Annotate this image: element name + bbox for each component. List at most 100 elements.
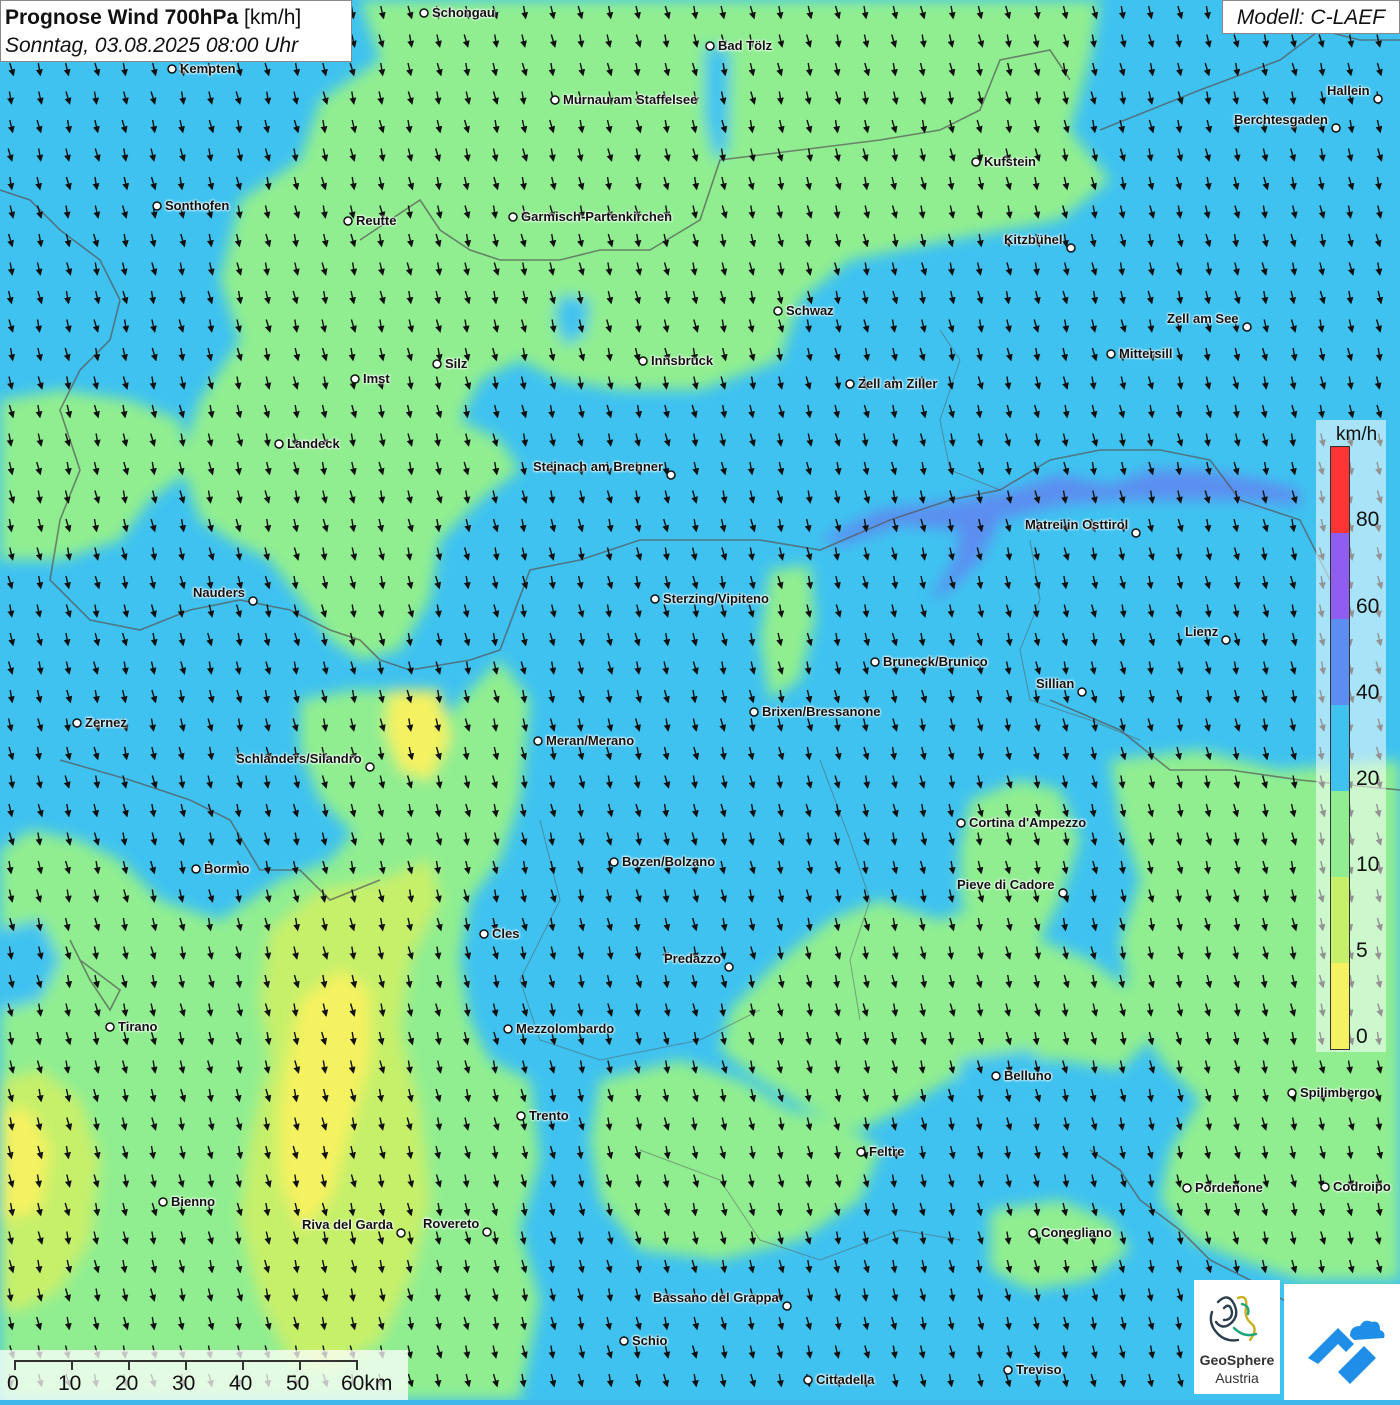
city-marker <box>1242 322 1252 332</box>
city-marker <box>1028 1228 1038 1238</box>
city-label: Pieve di Cadore <box>957 877 1055 892</box>
city-label: Imst <box>363 371 390 386</box>
city-label: Spilimbergo <box>1300 1085 1376 1100</box>
app-logo[interactable] <box>1284 1284 1400 1400</box>
city-marker <box>705 41 715 51</box>
legend-seg-80plus <box>1331 447 1349 533</box>
city-label: Bassano del Grappa <box>653 1290 779 1305</box>
city-marker <box>432 359 442 369</box>
city-marker <box>343 216 353 226</box>
city-marker <box>619 1336 629 1346</box>
city-label: Meran/Merano <box>546 733 635 748</box>
city-label: Zernez <box>85 715 127 730</box>
city-label: Schio <box>632 1333 668 1348</box>
city-label: Mittersill <box>1119 346 1173 361</box>
city-label: Cles <box>492 926 520 941</box>
geosphere-emblem-icon <box>1209 1295 1258 1342</box>
scale-tick <box>128 1360 130 1370</box>
city-marker <box>365 762 375 772</box>
city-label: Bienno <box>171 1194 216 1209</box>
city-label: Matrei in Osttirol <box>1025 517 1129 532</box>
city-marker <box>508 212 518 222</box>
scale-label: 20 <box>115 1372 139 1395</box>
city-label: Mezzolombardo <box>516 1021 615 1036</box>
city-marker <box>856 1147 866 1157</box>
city-marker <box>773 306 783 316</box>
scale-tick <box>299 1360 301 1370</box>
city-marker <box>1331 123 1341 133</box>
city-label: Lienz <box>1185 624 1219 639</box>
scale-label: 30 <box>172 1372 196 1395</box>
city-label: Predazzo <box>664 951 722 966</box>
legend-seg-0-5 <box>1331 963 1349 1049</box>
geosphere-logo[interactable]: GeoSphere Austria <box>1194 1280 1280 1394</box>
legend-seg-5-10 <box>1331 877 1349 963</box>
city-marker <box>152 201 162 211</box>
city-label: Belluno <box>1004 1068 1052 1083</box>
city-label: Kufstein <box>984 154 1036 169</box>
city-marker <box>749 707 759 717</box>
city-label: Cortina d'Ampezzo <box>969 815 1087 830</box>
legend-label: 40 <box>1356 681 1380 704</box>
title-main: Prognose Wind 700hPa <box>5 6 239 29</box>
city-label: Cittadella <box>816 1372 875 1387</box>
city-label: Zell am Ziller <box>858 376 938 391</box>
city-label: Kempten <box>180 61 236 76</box>
city-marker <box>666 470 676 480</box>
city-marker <box>782 1301 792 1311</box>
scale-tick <box>356 1360 358 1370</box>
city-label: Treviso <box>1016 1362 1062 1377</box>
city-marker <box>609 857 619 867</box>
city-label: Sillian <box>1036 676 1075 691</box>
city-marker <box>803 1375 813 1385</box>
legend-label: 80 <box>1356 508 1380 531</box>
mountain-cloud-icon <box>1308 1320 1385 1384</box>
city-marker <box>724 962 734 972</box>
city-label: Schwaz <box>786 303 834 318</box>
city-label: Trento <box>529 1108 569 1123</box>
city-marker <box>550 95 560 105</box>
city-marker <box>971 157 981 167</box>
city-label: Sterzing/Vipiteno <box>663 591 769 606</box>
city-label: Schlanders/Silandro <box>236 751 362 766</box>
city-marker <box>1131 528 1141 538</box>
geosphere-logo-line2: Austria <box>1215 1370 1259 1386</box>
city-marker <box>1320 1182 1330 1192</box>
city-label: Bruneck/Brunico <box>883 654 988 669</box>
city-label: Brixen/Bressanone <box>762 704 881 719</box>
city-label: Murnau am Staffelsee <box>563 92 698 107</box>
map-title: Prognose Wind 700hPa [km/h] <box>5 4 347 32</box>
legend-label: 10 <box>1356 853 1380 876</box>
scale-label: 0 <box>7 1372 19 1395</box>
city-marker <box>105 1022 115 1032</box>
city-label: Sonthofen <box>165 198 230 213</box>
city-marker <box>991 1071 1001 1081</box>
city-label: Zell am See <box>1167 311 1239 326</box>
city-label: Pordenone <box>1195 1180 1263 1195</box>
city-marker <box>1077 687 1087 697</box>
legend-label: 5 <box>1356 939 1368 962</box>
city-marker <box>956 818 966 828</box>
city-label: Rovereto <box>423 1216 480 1231</box>
city-label: Riva del Garda <box>302 1217 394 1232</box>
city-marker <box>870 657 880 667</box>
legend: km/h 80 60 40 20 10 5 0 <box>1316 420 1386 1052</box>
legend-label: 60 <box>1356 595 1380 618</box>
scale-bar: 0 10 20 30 40 50 60km <box>0 1350 408 1400</box>
city-marker <box>845 379 855 389</box>
city-label: Steinach am Brenner <box>533 459 664 474</box>
city-marker <box>479 929 489 939</box>
city-marker <box>533 736 543 746</box>
city-marker <box>516 1111 526 1121</box>
city-marker <box>1221 635 1231 645</box>
city-marker <box>419 8 429 18</box>
city-marker <box>396 1228 406 1238</box>
city-label: Tirano <box>118 1019 158 1034</box>
map-subtitle: Sonntag, 03.08.2025 08:00 Uhr <box>5 34 299 57</box>
city-label: Bormio <box>204 861 250 876</box>
city-marker <box>638 356 648 366</box>
city-label: Silz <box>445 356 468 371</box>
city-marker <box>191 864 201 874</box>
city-marker <box>650 594 660 604</box>
legend-seg-40-60 <box>1331 619 1349 705</box>
